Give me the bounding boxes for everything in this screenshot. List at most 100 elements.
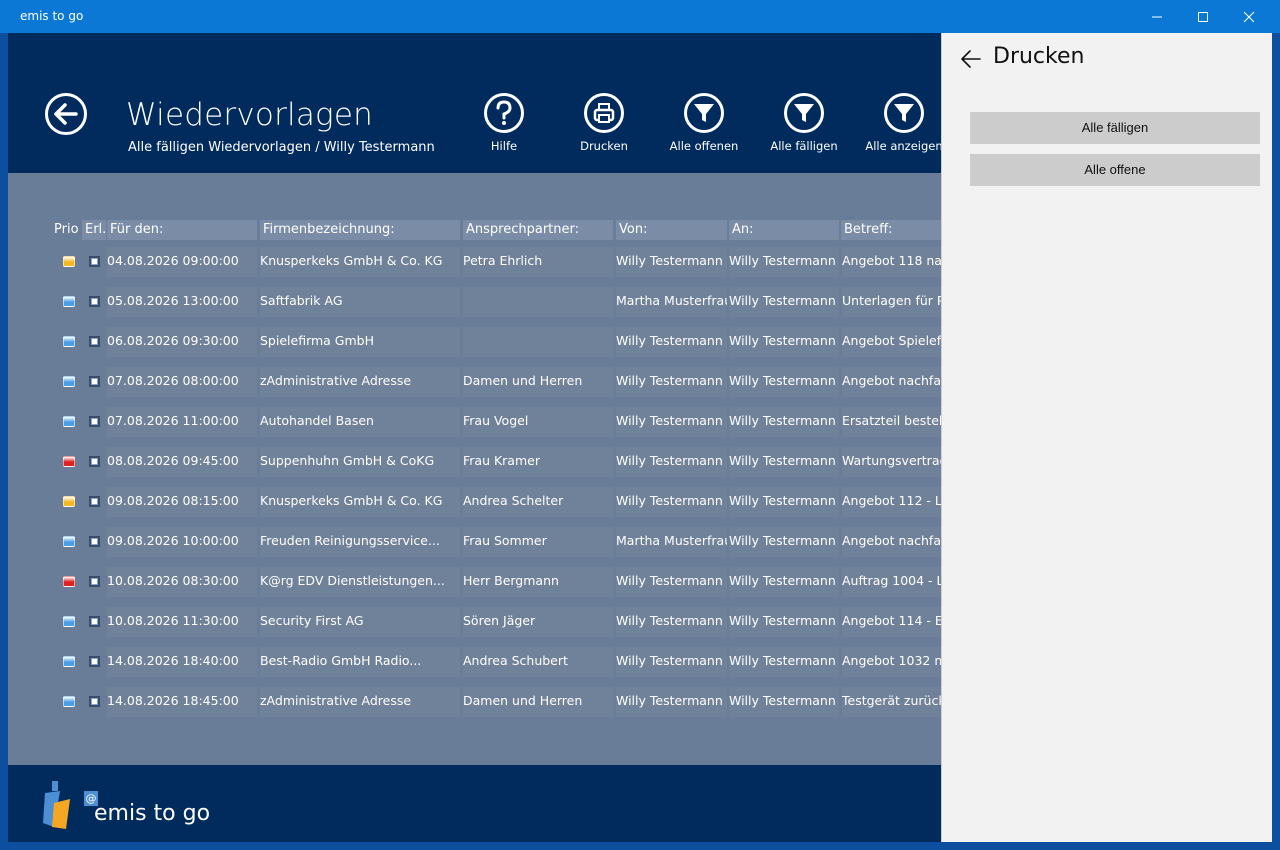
cell-betreff: Angebot 1032 na <box>842 647 942 677</box>
done-checkbox[interactable] <box>89 456 100 467</box>
print-icon <box>584 93 624 133</box>
priority-indicator-icon <box>63 376 75 387</box>
cell-ansprechpartner: Andrea Schelter <box>463 487 613 517</box>
column-header-von[interactable]: Von: <box>616 220 727 240</box>
window-title: emis to go <box>20 9 84 23</box>
cell-firma: K@rg EDV Dienstleistungen... <box>260 567 460 597</box>
minimize-button[interactable] <box>1134 0 1180 33</box>
arrow-left-icon <box>54 103 78 125</box>
table-row[interactable]: 10.08.2026 08:30:00 K@rg EDV Dienstleistu… <box>54 567 954 597</box>
print-button[interactable]: Drucken <box>554 93 654 153</box>
maximize-icon <box>1198 11 1208 22</box>
help-button[interactable]: Hilfe <box>454 93 554 153</box>
cell-ansprechpartner: Frau Kramer <box>463 447 613 477</box>
cell-ansprechpartner: Andrea Schubert <box>463 647 613 677</box>
emis-logo-icon <box>43 781 70 829</box>
done-checkbox[interactable] <box>89 696 100 707</box>
cell-firma: Suppenhuhn GmbH & CoKG <box>260 447 460 477</box>
panel-back-icon[interactable] <box>960 48 982 70</box>
cell-firma: Knusperkeks GmbH & Co. KG <box>260 487 460 517</box>
cell-firma: Freuden Reinigungsservice... <box>260 527 460 557</box>
table-row[interactable]: 14.08.2026 18:45:00 zAdministrative Adres… <box>54 687 954 717</box>
table-row[interactable]: 09.08.2026 08:15:00 Knusperkeks GmbH & Co… <box>54 487 954 517</box>
table-row[interactable]: 05.08.2026 13:00:00 Saftfabrik AG Martha M… <box>54 287 954 317</box>
table-row[interactable]: 14.08.2026 18:40:00 Best-Radio GmbH Radio… <box>54 647 954 677</box>
cell-von: Martha Musterfrau <box>616 287 727 317</box>
done-checkbox[interactable] <box>89 336 100 347</box>
table-row[interactable]: 09.08.2026 10:00:00 Freuden Reinigungsser… <box>54 527 954 557</box>
filter-icon <box>884 93 924 133</box>
cell-betreff: Angebot 112 - Lie <box>842 487 942 517</box>
cell-date: 05.08.2026 13:00:00 <box>107 287 257 317</box>
cell-ansprechpartner: Damen und Herren <box>463 367 613 397</box>
column-header-an[interactable]: An: <box>729 220 839 240</box>
cell-date: 04.08.2026 09:00:00 <box>107 247 257 277</box>
done-checkbox[interactable] <box>89 616 100 627</box>
column-header-prio[interactable]: Prio <box>51 220 81 240</box>
cell-betreff: Auftrag 1004 - Li <box>842 567 942 597</box>
priority-indicator-icon <box>63 256 75 267</box>
table-row[interactable]: 04.08.2026 09:00:00 Knusperkeks GmbH & Co… <box>54 247 954 277</box>
cell-ansprechpartner <box>463 327 613 357</box>
cell-firma: Autohandel Basen <box>260 407 460 437</box>
cell-date: 10.08.2026 08:30:00 <box>107 567 257 597</box>
done-checkbox[interactable] <box>89 656 100 667</box>
filter-due-button[interactable]: Alle fälligen <box>754 93 854 153</box>
priority-indicator-icon <box>63 296 75 307</box>
table-row[interactable]: 07.08.2026 11:00:00 Autohandel Basen Frau … <box>54 407 954 437</box>
cell-von: Willy Testermann <box>616 647 727 677</box>
logo-text: emis to go <box>94 801 211 826</box>
cell-von: Willy Testermann <box>616 607 727 637</box>
done-checkbox[interactable] <box>89 376 100 387</box>
cell-betreff: Angebot 118 nac <box>842 247 942 277</box>
column-header-firma[interactable]: Firmenbezeichnung: <box>260 220 460 240</box>
back-button[interactable] <box>45 93 87 135</box>
table-row[interactable]: 07.08.2026 08:00:00 zAdministrative Adres… <box>54 367 954 397</box>
cell-von: Willy Testermann <box>616 447 727 477</box>
filter-icon <box>684 93 724 133</box>
done-checkbox[interactable] <box>89 416 100 427</box>
table-row[interactable]: 06.08.2026 09:30:00 Spielefirma GmbH Willy… <box>54 327 954 357</box>
cell-an: Willy Testermann <box>729 327 839 357</box>
help-label: Hilfe <box>490 139 518 153</box>
page-title: Wiedervorlagen <box>126 97 373 133</box>
priority-indicator-icon <box>63 656 75 667</box>
cell-date: 07.08.2026 11:00:00 <box>107 407 257 437</box>
cell-firma: zAdministrative Adresse <box>260 687 460 717</box>
table-row[interactable]: 10.08.2026 11:30:00 Security First AG Söre… <box>54 607 954 637</box>
cell-betreff: Angebot 114 - Er <box>842 607 942 637</box>
column-header-date[interactable]: Für den: <box>107 220 257 240</box>
column-header-betreff[interactable]: Betreff: <box>841 220 941 240</box>
column-header-ansprechpartner[interactable]: Ansprechpartner: <box>463 220 613 240</box>
close-icon <box>1243 11 1255 22</box>
cell-betreff: Wartungsvertrag <box>842 447 942 477</box>
filter-open-button[interactable]: Alle offenen <box>654 93 754 153</box>
done-checkbox[interactable] <box>89 496 100 507</box>
table-row[interactable]: 08.08.2026 09:45:00 Suppenhuhn GmbH & CoK… <box>54 447 954 477</box>
done-checkbox[interactable] <box>89 536 100 547</box>
cell-ansprechpartner: Petra Ehrlich <box>463 247 613 277</box>
done-checkbox[interactable] <box>89 256 100 267</box>
done-checkbox[interactable] <box>89 296 100 307</box>
filter-all-button[interactable]: Alle anzeigen <box>854 93 954 153</box>
close-button[interactable] <box>1226 0 1272 33</box>
minimize-icon <box>1152 16 1162 17</box>
priority-indicator-icon <box>63 456 75 467</box>
cell-an: Willy Testermann <box>729 567 839 597</box>
done-checkbox[interactable] <box>89 576 100 587</box>
cell-von: Willy Testermann <box>616 367 727 397</box>
priority-indicator-icon <box>63 616 75 627</box>
print-due-button[interactable]: Alle fälligen <box>970 112 1260 144</box>
maximize-button[interactable] <box>1180 0 1226 33</box>
filter-open-label: Alle offenen <box>669 139 739 153</box>
cell-an: Willy Testermann <box>729 247 839 277</box>
print-open-button[interactable]: Alle offene <box>970 154 1260 186</box>
page-subtitle: Alle fälligen Wiedervorlagen / Willy Tes… <box>128 140 435 155</box>
cell-ansprechpartner: Frau Sommer <box>463 527 613 557</box>
cell-an: Willy Testermann <box>729 487 839 517</box>
cell-date: 08.08.2026 09:45:00 <box>107 447 257 477</box>
cell-date: 14.08.2026 18:45:00 <box>107 687 257 717</box>
cell-ansprechpartner: Herr Bergmann <box>463 567 613 597</box>
column-header-erl[interactable]: Erl. <box>82 220 106 240</box>
panel-title: Drucken <box>993 44 1085 69</box>
